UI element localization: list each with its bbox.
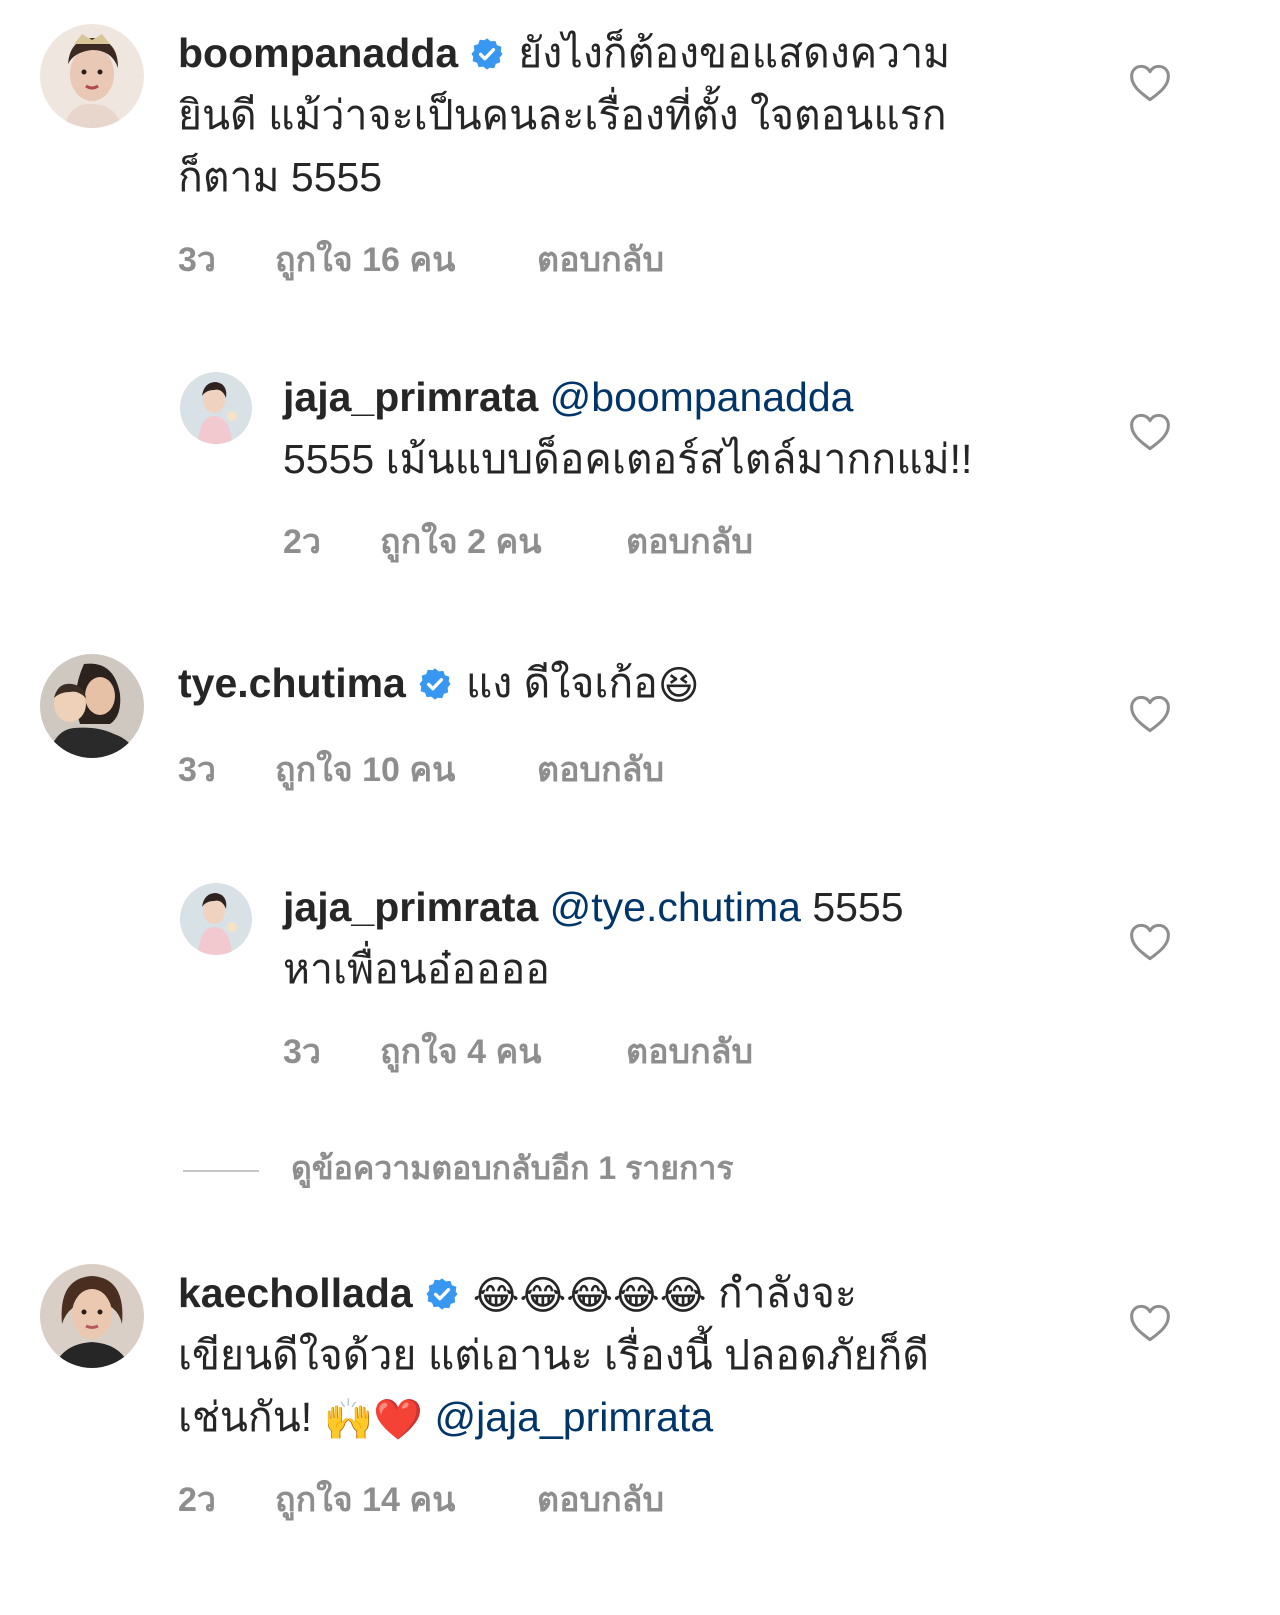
heart-icon[interactable] [1129, 412, 1171, 452]
likes-count[interactable]: ถูกใจ 16 คน [275, 232, 537, 286]
heart-icon[interactable] [1129, 63, 1171, 103]
mention-link[interactable]: @jaja_primrata [423, 1394, 714, 1440]
comment-body: jaja_primrata @tye.chutima 5555 หาเพื่อน… [283, 876, 1133, 1000]
comment-body: kaechollada 😂😂😂😂😂 กำลังจะ เขียนดีใจด้วย แ… [178, 1262, 1078, 1448]
comment-text-line: หาเพื่อนอ๋ออออ [283, 946, 550, 992]
likes-count[interactable]: ถูกใจ 14 คน [275, 1472, 537, 1526]
comment-body: jaja_primrata @boompanadda 5555 เม้นแบบด… [283, 366, 1133, 490]
comment-text: แง ดีใจเก้อ [465, 660, 658, 706]
timestamp[interactable]: 3ว [283, 1024, 380, 1078]
heart-icon[interactable] [1129, 922, 1171, 962]
laughing-emoji-icon: 😆 [657, 664, 700, 708]
mention-link[interactable]: @boompanadda [550, 374, 854, 420]
username[interactable]: jaja_primrata [283, 884, 538, 930]
avatar[interactable] [180, 883, 252, 955]
comment-text-line: เขียนดีใจด้วย แต่เอานะ เรื่องนี้ ปลอดภัย… [178, 1332, 929, 1378]
comment-text: เช่นกัน! [178, 1394, 324, 1440]
raised-hands-heart-emoji-icon: 🙌❤️ [323, 1398, 424, 1442]
reply-button[interactable]: ตอบกลับ [537, 1472, 664, 1526]
comment-meta: 3ว ถูกใจ 16 คน ตอบกลับ [178, 232, 664, 286]
tears-of-joy-emoji-icon: 😂😂😂😂😂 [472, 1274, 707, 1318]
likes-count[interactable]: ถูกใจ 2 คน [380, 514, 626, 568]
username[interactable]: boompanadda [178, 30, 458, 76]
verified-badge-icon [470, 37, 504, 71]
reply-button[interactable]: ตอบกลับ [537, 742, 664, 796]
comment-meta: 3ว ถูกใจ 4 คน ตอบกลับ [283, 1024, 753, 1078]
heart-icon[interactable] [1129, 694, 1171, 734]
timestamp[interactable]: 3ว [178, 742, 275, 796]
heart-icon[interactable] [1129, 1303, 1171, 1343]
comment-text-line: ยินดี แม้ว่าจะเป็นคนละเรื่องที่ตั้ง ใจตอ… [178, 92, 947, 138]
verified-badge-icon [425, 1277, 459, 1311]
comment-meta: 3ว ถูกใจ 10 คน ตอบกลับ [178, 742, 664, 796]
view-more-replies-label: ดูข้อความตอบกลับอีก 1 รายการ [291, 1150, 734, 1186]
avatar[interactable] [40, 654, 144, 758]
verified-badge-icon [418, 667, 452, 701]
username[interactable]: kaechollada [178, 1270, 413, 1316]
comment-text-line: ก็ตาม 5555 [178, 154, 383, 200]
comment-meta: 2ว ถูกใจ 2 คน ตอบกลับ [283, 514, 753, 568]
comment-text-line: ยังไงก็ต้องขอแสดงความ [518, 30, 951, 76]
avatar[interactable] [40, 24, 144, 128]
avatar[interactable] [180, 372, 252, 444]
username[interactable]: jaja_primrata [283, 374, 538, 420]
reply-button[interactable]: ตอบกลับ [626, 1024, 753, 1078]
comment-text: กำลังจะ [706, 1270, 857, 1316]
mention-link[interactable]: @tye.chutima [550, 884, 801, 930]
timestamp[interactable]: 2ว [178, 1472, 275, 1526]
username[interactable]: tye.chutima [178, 660, 406, 706]
likes-count[interactable]: ถูกใจ 10 คน [275, 742, 537, 796]
reply-button[interactable]: ตอบกลับ [537, 232, 664, 286]
likes-count[interactable]: ถูกใจ 4 คน [380, 1024, 626, 1078]
reply-button[interactable]: ตอบกลับ [626, 514, 753, 568]
comment-body: tye.chutima แง ดีใจเก้อ😆 [178, 652, 1078, 714]
comment-text-line: 5555 เม้นแบบด็อคเตอร์สไตล์มากกแม่!! [283, 436, 973, 482]
comment-meta: 2ว ถูกใจ 14 คน ตอบกลับ [178, 1472, 664, 1526]
timestamp[interactable]: 3ว [178, 232, 275, 286]
view-more-replies-button[interactable]: ดูข้อความตอบกลับอีก 1 รายการ [183, 1143, 734, 1194]
timestamp[interactable]: 2ว [283, 514, 380, 568]
comment-body: boompanadda ยังไงก็ต้องขอแสดงความ ยินดี แ… [178, 22, 1078, 208]
avatar[interactable] [40, 1264, 144, 1368]
comment-text: 5555 [800, 884, 904, 930]
divider [183, 1169, 259, 1172]
